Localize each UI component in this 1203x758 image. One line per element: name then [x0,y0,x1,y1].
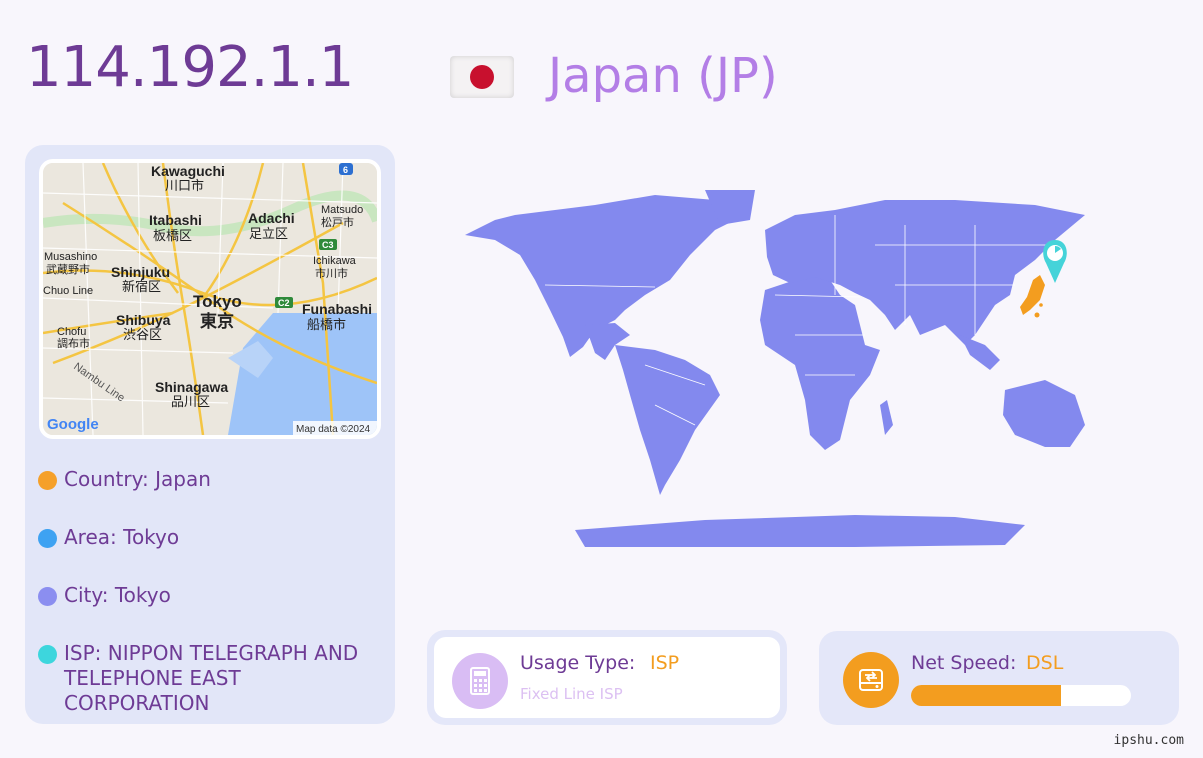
map-label-itabashi: Itabashi [149,212,202,228]
map-label-ichikawa-jp: 市川市 [315,266,348,280]
net-speed-bar-fill [911,685,1061,706]
usage-type-inner: Usage Type: ISP Fixed Line ISP [434,637,780,718]
map-label-chofu: Chofu [57,326,86,338]
map-label-shibuya: Shibuya [116,312,171,328]
info-list: Country: Japan Area: Tokyo City: Tokyo I… [38,467,388,749]
map-label-shinagawa-jp: 品川区 [171,394,210,409]
map-label-shinjuku: Shinjuku [111,264,170,280]
info-city: City: Tokyo [38,583,388,608]
usage-type-subtext: Fixed Line ISP [520,685,623,703]
map-label-shinjuku-jp: 新宿区 [122,279,161,294]
usage-type-label: Usage Type: [520,652,636,674]
info-isp: ISP: NIPPON TELEGRAPH AND TELEPHONE EAST… [38,641,388,716]
map-label-shibuya-jp: 渋谷区 [123,327,162,342]
net-speed-card: Net Speed: DSL [819,631,1179,725]
map-label-musashino: Musashino [44,251,97,263]
map-label-adachi: Adachi [248,210,295,226]
info-area-text: Area: Tokyo [64,525,180,549]
site-watermark[interactable]: ipshu.com [1114,733,1184,748]
net-speed-value: DSL [1026,652,1064,674]
map-label-matsudo-jp: 松戸市 [321,215,354,229]
usage-type-card: Usage Type: ISP Fixed Line ISP [427,630,787,725]
map-label-matsudo: Matsudo [321,204,363,216]
info-city-text: City: Tokyo [64,583,171,607]
info-isp-text: ISP: NIPPON TELEGRAPH AND TELEPHONE EAST… [64,641,359,715]
info-country: Country: Japan [38,467,388,492]
usage-type-value: ISP [650,652,680,674]
map-label-funabashi-jp: 船橋市 [307,317,346,332]
map-label-tokyo-jp: 東京 [200,311,234,331]
info-country-text: Country: Japan [64,467,211,491]
map-label-shinagawa: Shinagawa [155,379,228,395]
world-map [465,190,1085,547]
country-title: Japan (JP) [548,48,778,104]
net-speed-bar [911,685,1131,706]
map-label-itabashi-jp: 板橋区 [153,228,192,243]
map-data-credit: Map data ©2024 [296,424,371,435]
location-card: Kawaguchi 川口市 Itabashi 板橋区 Adachi 足立区 Ma… [25,145,395,724]
fax-phone-icon [452,653,508,709]
map-label-funabashi: Funabashi [302,301,372,317]
map-label-chofu-jp: 調布市 [57,336,90,350]
map-label-kawaguchi: Kawaguchi [151,163,225,179]
ip-address-title: 114.192.1.1 [26,35,354,100]
map-badge-c2: C2 [278,298,290,308]
map-label-tokyo: Tokyo [193,292,242,311]
map-badge-6: 6 [343,165,348,175]
info-area: Area: Tokyo [38,525,388,550]
net-speed-label: Net Speed: [911,652,1017,674]
map-badge-c3: C3 [322,240,334,250]
purple-bullet-icon [38,587,57,606]
map-label-ichikawa: Ichikawa [313,255,357,267]
orange-bullet-icon [38,471,57,490]
map-label-kawaguchi-jp: 川口市 [165,178,204,193]
google-logo: Google [47,416,99,433]
map-thumbnail[interactable]: Kawaguchi 川口市 Itabashi 板橋区 Adachi 足立区 Ma… [39,159,381,439]
blue-bullet-icon [38,529,57,548]
network-drive-icon [843,652,899,708]
japan-flag [450,56,514,98]
map-label-chuo-line: Chuo Line [43,285,93,297]
map-label-musashino-jp: 武蔵野市 [46,262,90,276]
map-label-adachi-jp: 足立区 [249,226,288,241]
location-marker-icon [1043,240,1067,283]
teal-bullet-icon [38,645,57,664]
